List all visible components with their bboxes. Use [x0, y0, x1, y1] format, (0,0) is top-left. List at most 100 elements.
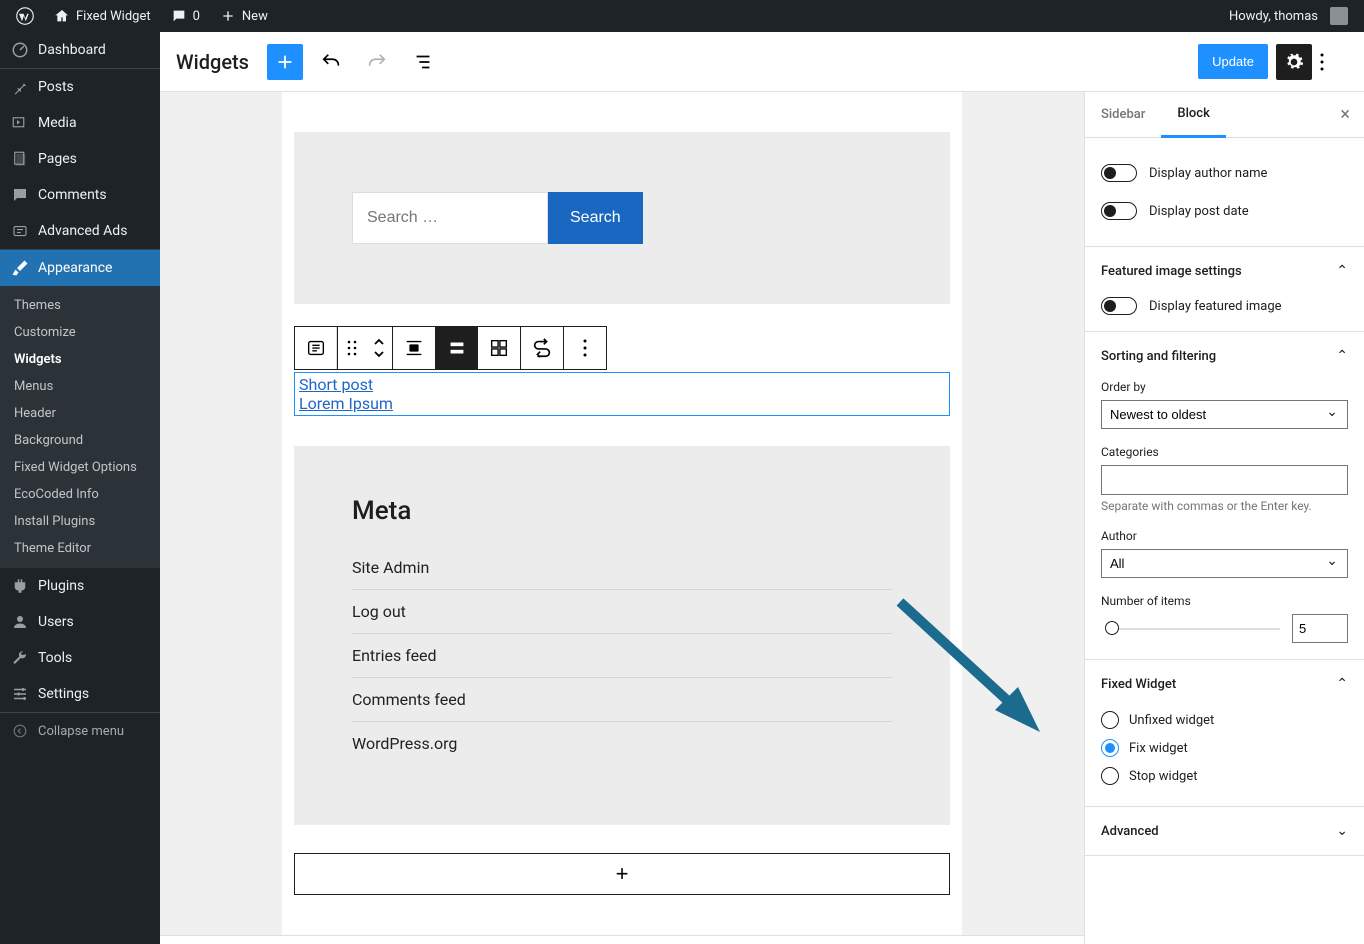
panel-header[interactable]: Sorting and filtering ⌃ [1101, 348, 1348, 364]
ads-icon [10, 221, 30, 241]
sidebar-item-pages[interactable]: Pages [0, 141, 160, 177]
comments-count: 0 [193, 9, 200, 24]
items-slider[interactable] [1107, 628, 1280, 630]
inspector-tabs: Sidebar Block × [1085, 92, 1364, 138]
more-options-button[interactable] [1320, 44, 1348, 80]
transform-button[interactable] [521, 327, 563, 369]
meta-link[interactable]: Site Admin [352, 546, 892, 590]
submenu-ecocoded[interactable]: EcoCoded Info [0, 481, 160, 508]
submenu-themes[interactable]: Themes [0, 292, 160, 319]
toggle-featured-image[interactable] [1101, 297, 1137, 315]
append-block-button[interactable]: + [294, 853, 950, 895]
submenu-install-plugins[interactable]: Install Plugins [0, 508, 160, 535]
sidebar-item-plugins[interactable]: Plugins [0, 568, 160, 604]
toggle-date[interactable] [1101, 202, 1137, 220]
site-title: Fixed Widget [76, 9, 151, 24]
radio-fix[interactable]: Fix widget [1101, 734, 1348, 762]
sidebar-item-tools[interactable]: Tools [0, 640, 160, 676]
collapse-icon [10, 721, 30, 741]
comments-link[interactable]: 0 [163, 0, 208, 32]
radio-stop[interactable]: Stop widget [1101, 762, 1348, 790]
panel-header[interactable]: Fixed Widget ⌃ [1101, 676, 1348, 692]
meta-link[interactable]: Comments feed [352, 678, 892, 722]
author-select[interactable]: All [1101, 549, 1348, 578]
toggle-label: Display author name [1149, 166, 1267, 181]
howdy-link[interactable]: Howdy, thomas [1221, 0, 1356, 32]
meta-widget: Meta Site Admin Log out Entries feed Com… [294, 446, 950, 825]
appearance-submenu: Themes Customize Widgets Menus Header Ba… [0, 286, 160, 568]
submenu-customize[interactable]: Customize [0, 319, 160, 346]
plugin-icon [10, 576, 30, 596]
tab-sidebar[interactable]: Sidebar [1085, 93, 1161, 136]
sidebar-item-comments[interactable]: Comments [0, 177, 160, 213]
radio-icon [1101, 767, 1119, 785]
site-link[interactable]: Fixed Widget [46, 0, 159, 32]
sidebar-item-media[interactable]: Media [0, 105, 160, 141]
sidebar-label: Dashboard [38, 42, 106, 58]
submenu-header[interactable]: Header [0, 400, 160, 427]
chevron-up-icon: ⌃ [1336, 263, 1348, 279]
move-updown-button[interactable] [366, 327, 392, 369]
panel-header[interactable]: Featured image settings ⌃ [1101, 263, 1348, 279]
order-by-label: Order by [1101, 380, 1348, 394]
search-button[interactable]: Search [548, 192, 643, 244]
block-more-button[interactable] [564, 327, 606, 369]
radio-label: Unfixed widget [1129, 713, 1214, 728]
submenu-menus[interactable]: Menus [0, 373, 160, 400]
plus-icon [220, 8, 236, 24]
sidebar-label: Posts [38, 79, 74, 95]
align-button[interactable] [393, 327, 435, 369]
media-icon [10, 113, 30, 133]
order-by-select[interactable]: Newest to oldest [1101, 400, 1348, 429]
panel-featured-image: Featured image settings ⌃ Display featur… [1085, 247, 1364, 332]
submenu-widgets[interactable]: Widgets [0, 346, 160, 373]
tab-block[interactable]: Block [1161, 92, 1225, 138]
grid-layout-button[interactable] [478, 327, 520, 369]
update-button[interactable]: Update [1198, 44, 1268, 79]
sidebar-item-appearance[interactable]: Appearance [0, 250, 160, 286]
settings-button[interactable] [1276, 44, 1312, 80]
categories-help: Separate with commas or the Enter key. [1101, 499, 1348, 513]
new-link[interactable]: New [212, 0, 276, 32]
wp-logo[interactable] [8, 0, 42, 32]
panel-advanced[interactable]: Advanced ⌄ [1085, 807, 1364, 856]
panel-post-meta: Display author name Display post date [1085, 138, 1364, 247]
submenu-theme-editor[interactable]: Theme Editor [0, 535, 160, 562]
sliders-icon [10, 684, 30, 704]
search-input[interactable] [352, 192, 548, 244]
sidebar-label: Advanced Ads [38, 223, 127, 239]
block-type-button[interactable] [295, 327, 337, 369]
collapse-menu[interactable]: Collapse menu [0, 713, 160, 749]
inspector-panel: Sidebar Block × Display author name Disp… [1084, 92, 1364, 944]
sidebar-item-ads[interactable]: Advanced Ads [0, 213, 160, 249]
brush-icon [10, 258, 30, 278]
items-input[interactable] [1292, 614, 1348, 643]
home-icon [54, 8, 70, 24]
redo-button[interactable] [359, 44, 395, 80]
add-block-button[interactable] [267, 44, 303, 80]
sidebar-label: Pages [38, 151, 77, 167]
list-view-button[interactable] [405, 44, 441, 80]
block-toolbar [294, 326, 607, 370]
submenu-background[interactable]: Background [0, 427, 160, 454]
meta-link[interactable]: Log out [352, 590, 892, 634]
meta-link[interactable]: WordPress.org [352, 722, 892, 765]
toggle-author[interactable] [1101, 164, 1137, 182]
post-link[interactable]: Lorem Ipsum [299, 394, 945, 413]
meta-link[interactable]: Entries feed [352, 634, 892, 678]
admin-sidebar: Dashboard Posts Media Pages Comments Adv… [0, 32, 160, 944]
sidebar-item-users[interactable]: Users [0, 604, 160, 640]
sidebar-item-dashboard[interactable]: Dashboard [0, 32, 160, 68]
radio-unfixed[interactable]: Unfixed widget [1101, 706, 1348, 734]
close-inspector[interactable]: × [1326, 104, 1364, 125]
submenu-fixed-widget[interactable]: Fixed Widget Options [0, 454, 160, 481]
latest-posts-block[interactable]: Short post Lorem Ipsum [294, 372, 950, 416]
sidebar-item-posts[interactable]: Posts [0, 69, 160, 105]
radio-label: Stop widget [1129, 769, 1198, 784]
sidebar-item-settings[interactable]: Settings [0, 676, 160, 712]
drag-handle[interactable] [338, 327, 366, 369]
categories-input[interactable] [1101, 465, 1348, 495]
list-layout-button[interactable] [436, 327, 478, 369]
undo-button[interactable] [313, 44, 349, 80]
post-link[interactable]: Short post [299, 375, 945, 394]
